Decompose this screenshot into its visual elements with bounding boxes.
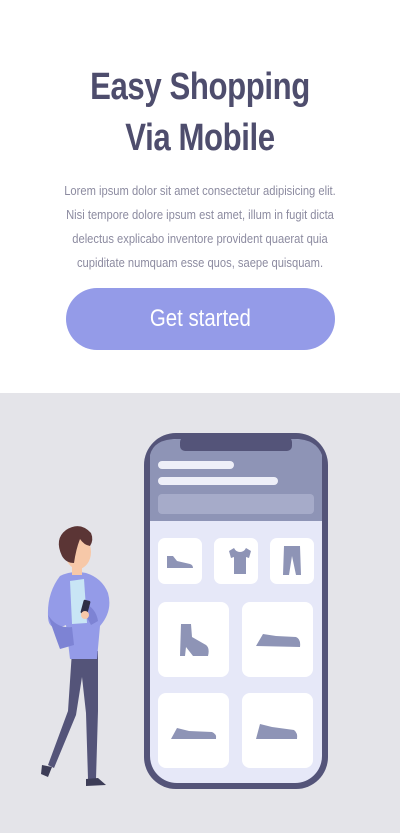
left-shoe: [41, 765, 52, 777]
hero-description: Lorem ipsum dolor sit amet consectetur a…: [64, 183, 336, 270]
woman-figure-illustration: [41, 526, 110, 786]
legs: [48, 651, 98, 779]
header-line-2: [158, 477, 278, 485]
product-card[interactable]: [158, 693, 229, 768]
product-card[interactable]: [270, 538, 314, 584]
illustration-section: [0, 393, 400, 833]
product-card[interactable]: [158, 538, 202, 584]
get-started-label: Get started: [150, 305, 251, 332]
hand: [81, 611, 89, 619]
page-title: Easy Shopping Via Mobile: [90, 66, 310, 159]
phone-illustration: [144, 433, 328, 789]
header-search-bar: [158, 494, 314, 514]
hero-section: Easy Shopping Via Mobile Lorem ipsum dol…: [0, 0, 400, 393]
mobile-shopping-illustration: [41, 433, 328, 789]
right-shoe: [86, 778, 106, 786]
phone-notch: [180, 437, 292, 451]
get-started-button[interactable]: Get started: [66, 288, 335, 350]
header-line-1: [158, 461, 234, 469]
